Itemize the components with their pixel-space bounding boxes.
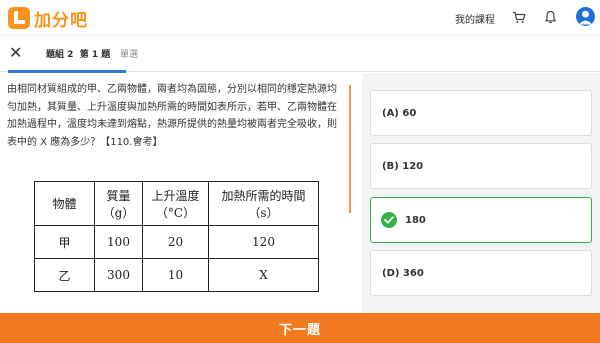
option-label: (A) 60: [382, 107, 417, 119]
question-panel: 由相同材質組成的甲、乙兩物體，兩者均為固態，分別以相同的穩定熱源均勻加熱，其質量…: [0, 73, 362, 313]
question-breadcrumb: 題組 2 第 1 題: [46, 47, 110, 60]
options-panel: (A) 60 (B) 120 180 (D) 360: [362, 73, 600, 313]
check-icon: [381, 212, 397, 228]
table-cell: 10: [142, 258, 209, 292]
site-logo[interactable]: 加分吧: [8, 6, 88, 31]
data-table: 物體 質量 （g） 上升溫度 （°C） 加熱所需的時間 （s） 甲 100 20 12…: [34, 181, 319, 292]
table-cell: 甲: [34, 225, 95, 259]
logo-icon: [8, 7, 30, 29]
question-type: 單選: [120, 50, 139, 60]
top-navbar: 加分吧 我的課程: [0, 0, 600, 36]
next-question-button[interactable]: 下一題: [0, 313, 600, 343]
table-cell: 300: [94, 258, 143, 292]
option-d[interactable]: (D) 360: [370, 250, 592, 296]
table-cell: X: [208, 258, 319, 292]
table-header-object: 物體: [34, 181, 95, 226]
bell-icon[interactable]: [542, 9, 558, 25]
table-header-mass: 質量 （g）: [94, 181, 143, 226]
my-courses-link[interactable]: 我的課程: [455, 11, 495, 26]
table-cell: 20: [142, 225, 209, 259]
question-header: ✕ 題組 2 第 1 題 單選: [0, 36, 600, 72]
option-a[interactable]: (A) 60: [370, 90, 592, 136]
table-header-time: 加熱所需的時間 （s）: [208, 181, 319, 226]
question-text: 由相同材質組成的甲、乙兩物體，兩者均為固態，分別以相同的穩定熱源均勻加熱，其質量…: [7, 84, 337, 148]
table-cell: 乙: [34, 258, 95, 292]
table-row: 甲 100 20 120: [34, 225, 319, 259]
option-c-correct[interactable]: 180: [370, 197, 592, 243]
logo-text: 加分吧: [34, 10, 88, 31]
option-b[interactable]: (B) 120: [370, 143, 592, 189]
table-row: 乙 300 10 X: [34, 258, 319, 292]
group-label: 題組 2: [46, 50, 74, 60]
option-label: (B) 120: [382, 160, 424, 172]
option-label: (D) 360: [382, 267, 424, 279]
user-avatar-icon[interactable]: [576, 7, 595, 26]
cart-icon[interactable]: [511, 9, 527, 25]
close-icon[interactable]: ✕: [9, 45, 22, 61]
table-cell: 120: [208, 225, 319, 259]
table-header-temperature: 上升溫度 （°C）: [142, 181, 209, 226]
next-question-label: 下一題: [278, 322, 321, 338]
option-label: 180: [405, 214, 426, 226]
question-number: 第 1 題: [79, 50, 111, 60]
scroll-indicator[interactable]: [349, 85, 351, 213]
table-cell: 100: [94, 225, 143, 259]
